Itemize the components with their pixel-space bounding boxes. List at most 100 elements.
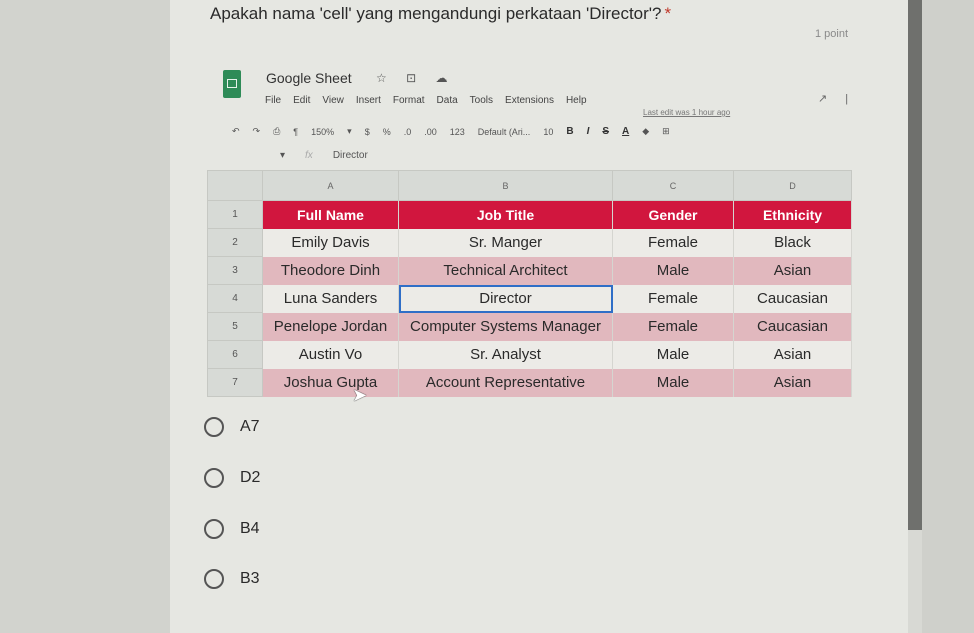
background-left [0, 0, 170, 633]
cell-c2: Female [612, 228, 734, 257]
cell-c4: Female [612, 284, 734, 313]
print-icon: ⎙ [273, 126, 281, 136]
caret-down-icon: ▾ [280, 150, 286, 161]
table-row: 1 Full Name Job Title Gender Ethnicity [207, 200, 852, 229]
menu-format: Format [392, 95, 425, 106]
menu-file: File [265, 95, 282, 106]
menu-insert: Insert [355, 95, 381, 106]
formula-value: Director [332, 150, 368, 161]
row-number: 4 [207, 284, 263, 313]
cell-b1: Job Title [398, 200, 613, 229]
cell-d3: Asian [733, 256, 852, 285]
menu-view: View [322, 95, 344, 106]
bold-icon: B [566, 126, 574, 137]
cell-d5: Caucasian [733, 312, 852, 341]
option-a7[interactable]: A7 [204, 417, 260, 437]
toolbar: ↶ ↷ ⎙ ¶ 150% ▾ $ % .0 .00 123 Default (A… [232, 126, 670, 137]
trend-icon: ↗ [818, 93, 846, 105]
divider-icon: | [845, 93, 867, 105]
cell-b4-selected: Director [398, 284, 613, 313]
undo-icon: ↶ [232, 126, 240, 136]
question-title: Apakah nama 'cell' yang mengandungi perk… [210, 4, 671, 24]
column-header-c: C [612, 170, 734, 201]
table-row: 7 Joshua Gupta Account Representative Ma… [207, 368, 852, 397]
font-size: 10 [543, 126, 554, 137]
question-text: Apakah nama 'cell' yang mengandungi perk… [210, 4, 662, 23]
radio-button[interactable] [204, 417, 224, 437]
fx-icon: fx [305, 150, 313, 161]
table-row: 2 Emily Davis Sr. Manger Female Black [207, 228, 852, 257]
percent-format: % [382, 126, 391, 137]
font-select: Default (Ari... [477, 126, 531, 137]
points-label: 1 point [815, 28, 849, 40]
menu-bar: File Edit View Insert Format Data Tools … [265, 95, 587, 106]
cell-b3: Technical Architect [398, 256, 613, 285]
formula-bar: ▾ fx Director [280, 150, 368, 161]
column-header-a: A [262, 170, 399, 201]
option-label: D2 [240, 469, 261, 486]
mouse-pointer-icon: ➤ [352, 385, 368, 405]
background-right [922, 0, 974, 633]
cell-a7: Joshua Gupta [262, 368, 399, 397]
borders-icon: ⊞ [662, 126, 670, 136]
column-header-row: A B C D [207, 170, 852, 201]
increase-decimal: .00 [424, 126, 437, 137]
cell-b5: Computer Systems Manager [398, 312, 613, 341]
radio-button[interactable] [204, 468, 224, 488]
redo-icon: ↷ [252, 126, 261, 136]
cell-d1: Ethnicity [733, 200, 852, 229]
cell-a5: Penelope Jordan [262, 312, 399, 341]
cell-d6: Asian [733, 340, 852, 369]
text-color-icon: A [622, 126, 630, 137]
decrease-decimal: .0 [403, 126, 412, 137]
sheets-logo-icon [223, 70, 241, 98]
caret-down-icon: ▾ [347, 126, 352, 136]
option-b4[interactable]: B4 [204, 519, 260, 539]
radio-button[interactable] [204, 569, 224, 589]
zoom-select: 150% [311, 126, 335, 137]
last-edit-link: Last edit was 1 hour ago [643, 108, 731, 117]
cell-c3: Male [612, 256, 734, 285]
row-number: 1 [207, 200, 263, 229]
menu-data: Data [436, 95, 458, 106]
paint-format-icon: ¶ [293, 126, 299, 137]
cell-a4: Luna Sanders [262, 284, 399, 313]
cell-b6: Sr. Analyst [398, 340, 613, 369]
strikethrough-icon: S [602, 126, 610, 137]
share-icons: ↗| [818, 92, 866, 105]
cell-d7: Asian [733, 368, 852, 397]
cell-c5: Female [612, 312, 734, 341]
currency-format: $ [364, 126, 370, 137]
row-number: 7 [207, 368, 263, 397]
number-format: 123 [449, 126, 465, 137]
sheet-title: Google Sheet [266, 70, 352, 86]
spreadsheet-grid: A B C D 1 Full Name Job Title Gender Eth… [207, 170, 852, 397]
cell-c7: Male [612, 368, 734, 397]
table-row: 6 Austin Vo Sr. Analyst Male Asian [207, 340, 852, 369]
cell-d2: Black [733, 228, 852, 257]
cell-d4: Caucasian [733, 284, 852, 313]
cell-c6: Male [612, 340, 734, 369]
option-label: B4 [240, 520, 260, 537]
row-number: 3 [207, 256, 263, 285]
fill-color-icon: ◆ [642, 126, 650, 136]
row-number: 6 [207, 340, 263, 369]
corner-cell [207, 170, 263, 201]
option-b3[interactable]: B3 [204, 569, 260, 589]
cell-c1: Gender [612, 200, 734, 229]
scrollbar[interactable] [908, 0, 922, 530]
menu-tools: Tools [469, 95, 494, 106]
radio-button[interactable] [204, 519, 224, 539]
table-row: 5 Penelope Jordan Computer Systems Manag… [207, 312, 852, 341]
cell-a2: Emily Davis [262, 228, 399, 257]
title-icons: ☆ ⊡ ☁ [376, 71, 456, 85]
required-mark: * [664, 4, 672, 23]
menu-extensions: Extensions [505, 95, 554, 106]
cell-b2: Sr. Manger [398, 228, 613, 257]
cell-a6: Austin Vo [262, 340, 399, 369]
option-d2[interactable]: D2 [204, 468, 260, 488]
menu-help: Help [565, 95, 587, 106]
column-header-b: B [398, 170, 613, 201]
menu-edit: Edit [293, 95, 311, 106]
option-label: A7 [240, 418, 260, 435]
